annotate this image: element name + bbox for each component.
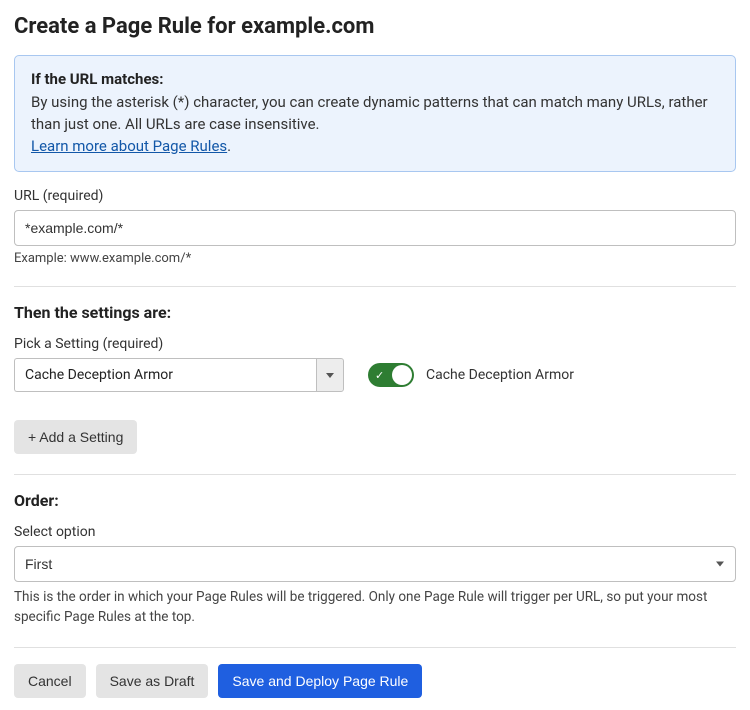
setting-select-caret-button[interactable] xyxy=(316,358,344,392)
add-setting-button[interactable]: + Add a Setting xyxy=(14,420,137,454)
info-box-text: By using the asterisk (*) character, you… xyxy=(31,93,708,133)
learn-more-link[interactable]: Learn more about Page Rules xyxy=(31,137,227,155)
caret-down-icon xyxy=(326,373,334,378)
setting-select[interactable]: Cache Deception Armor xyxy=(14,358,344,392)
check-icon: ✓ xyxy=(375,370,384,381)
settings-section-title: Then the settings are: xyxy=(14,303,736,322)
info-box-period: . xyxy=(227,137,231,155)
toggle-knob xyxy=(392,365,412,385)
order-label: Select option xyxy=(14,524,736,540)
url-example-hint: Example: www.example.com/* xyxy=(14,251,736,266)
cache-deception-toggle[interactable]: ✓ xyxy=(368,363,414,387)
divider xyxy=(14,286,736,287)
order-select[interactable]: First xyxy=(14,546,736,582)
setting-select-value: Cache Deception Armor xyxy=(14,358,316,392)
info-box-title: If the URL matches: xyxy=(31,70,719,88)
order-hint: This is the order in which your Page Rul… xyxy=(14,588,736,627)
divider xyxy=(14,647,736,648)
footer-actions: Cancel Save as Draft Save and Deploy Pag… xyxy=(14,664,736,698)
info-box-body: By using the asterisk (*) character, you… xyxy=(31,92,719,157)
divider xyxy=(14,474,736,475)
order-section-title: Order: xyxy=(14,491,736,510)
url-input[interactable] xyxy=(14,210,736,246)
setting-picker-label: Pick a Setting (required) xyxy=(14,336,344,352)
save-draft-button[interactable]: Save as Draft xyxy=(96,664,209,698)
url-label: URL (required) xyxy=(14,188,736,204)
toggle-label: Cache Deception Armor xyxy=(426,367,574,383)
info-box: If the URL matches: By using the asteris… xyxy=(14,55,736,172)
cancel-button[interactable]: Cancel xyxy=(14,664,86,698)
save-deploy-button[interactable]: Save and Deploy Page Rule xyxy=(218,664,422,698)
page-title: Create a Page Rule for example.com xyxy=(14,14,736,39)
